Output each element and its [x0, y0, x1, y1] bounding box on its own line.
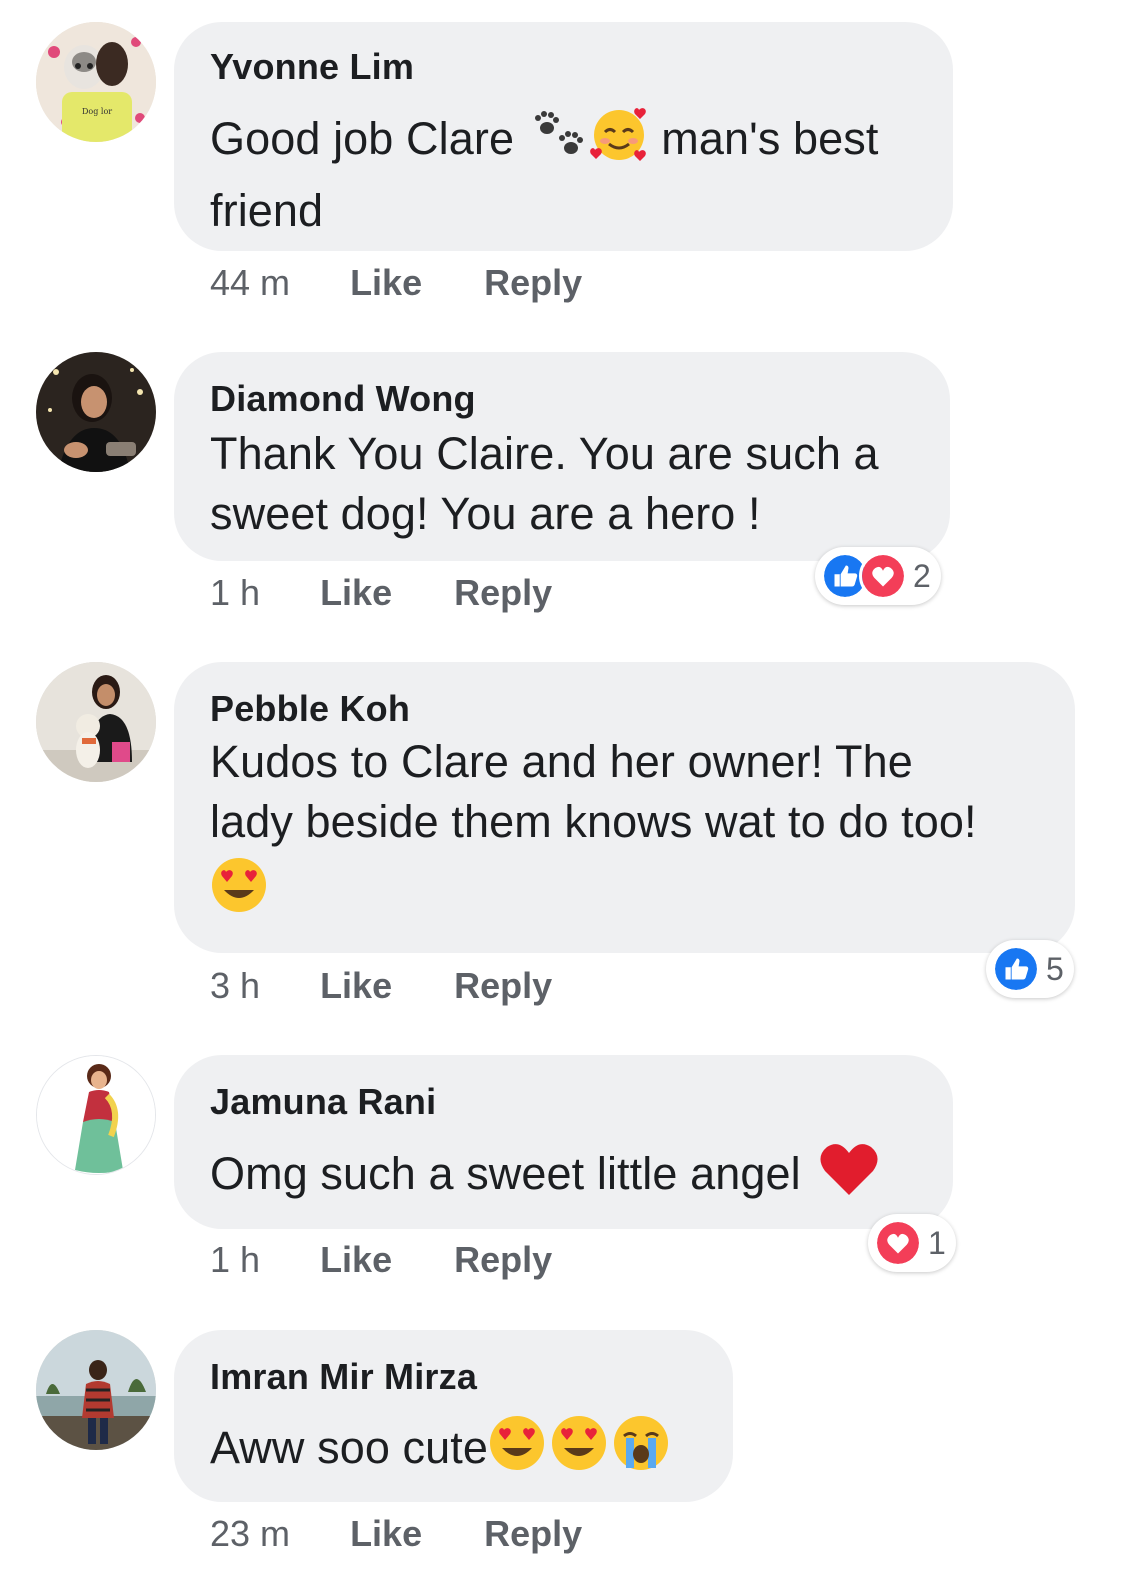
- comment-actions: 1 h Like Reply: [210, 1240, 604, 1280]
- like-button[interactable]: Like: [350, 263, 422, 303]
- comment-text: Omg such a sweet little angel: [210, 1141, 917, 1213]
- reply-button[interactable]: Reply: [484, 263, 582, 303]
- avatar-cartoon-woman: [37, 1056, 155, 1174]
- comment-author[interactable]: Pebble Koh: [210, 686, 1039, 732]
- comment-bubble: Jamuna Rani Omg such a sweet little ange…: [174, 1055, 953, 1229]
- avatar-photo-dog-and-woman: Dog lor: [36, 22, 156, 142]
- comment-text: Good job Clare man's best friend: [210, 104, 917, 242]
- love-icon: [859, 552, 907, 600]
- comment-timestamp[interactable]: 1 h: [210, 1240, 260, 1280]
- avatar[interactable]: [36, 1330, 156, 1450]
- comment-text: Kudos to Clare and her owner! The lady b…: [210, 732, 1039, 929]
- like-button[interactable]: Like: [320, 573, 392, 613]
- comment-text-line: Aww soo cute: [210, 1421, 489, 1473]
- comment-timestamp[interactable]: 1 h: [210, 573, 260, 613]
- reaction-summary[interactable]: 1: [868, 1214, 956, 1272]
- heart-eyes-emoji-icon: [210, 856, 268, 929]
- reaction-count: 1: [928, 1224, 946, 1261]
- avatar[interactable]: [36, 662, 156, 782]
- comment-actions: 1 h Like Reply: [210, 573, 604, 613]
- comment-bubble: Yvonne Lim Good job Clare man's best fri…: [174, 22, 953, 251]
- comment-text: Aww soo cute: [210, 1414, 697, 1488]
- reply-button[interactable]: Reply: [484, 1514, 582, 1554]
- comment-author[interactable]: Diamond Wong: [210, 376, 914, 422]
- reaction-summary[interactable]: 5: [986, 940, 1074, 998]
- comment-author[interactable]: Jamuna Rani: [210, 1079, 917, 1125]
- red-heart-icon: [819, 1141, 879, 1213]
- comment-thread: Dog lor Yvonne Lim Good job Clare man's …: [0, 0, 1125, 1579]
- like-icon: [992, 945, 1040, 993]
- reaction-count: 5: [1046, 950, 1064, 987]
- comment-text-line: Omg such a sweet little angel: [210, 1147, 801, 1199]
- comment-bubble: Imran Mir Mirza Aww soo cute: [174, 1330, 733, 1502]
- comment-author[interactable]: Imran Mir Mirza: [210, 1354, 697, 1400]
- smiling-face-with-hearts-icon: [589, 104, 649, 180]
- comment-bubble: Diamond Wong Thank You Claire. You are s…: [174, 352, 950, 561]
- avatar-photo-woman-with-dog: [36, 662, 156, 782]
- comment-text-line: lady beside them knows wat to do too!: [210, 796, 977, 847]
- heart-eyes-emoji-icon: [550, 1414, 608, 1488]
- reply-button[interactable]: Reply: [454, 1240, 552, 1280]
- avatar[interactable]: [36, 352, 156, 472]
- svg-text:Dog lor: Dog lor: [82, 107, 112, 116]
- avatar-photo-woman: [36, 352, 156, 472]
- comment-timestamp[interactable]: 3 h: [210, 966, 260, 1006]
- comment-text-line: sweet dog! You are a hero !: [210, 488, 761, 539]
- loudly-crying-face-icon: [612, 1414, 670, 1488]
- avatar-photo-man-outdoors: [36, 1330, 156, 1450]
- comment-bubble: Pebble Koh Kudos to Clare and her owner!…: [174, 662, 1075, 953]
- comment-timestamp[interactable]: 44 m: [210, 263, 290, 303]
- comment-text-line: Kudos to Clare and her owner! The: [210, 736, 913, 787]
- comment-text-line: Thank You Claire. You are such a: [210, 428, 879, 479]
- comment-author[interactable]: Yvonne Lim: [210, 44, 917, 90]
- reply-button[interactable]: Reply: [454, 573, 552, 613]
- love-icon: [874, 1219, 922, 1267]
- heart-eyes-emoji-icon: [488, 1414, 546, 1488]
- paw-prints-icon: [527, 106, 589, 178]
- comment-actions: 44 m Like Reply: [210, 263, 634, 303]
- like-button[interactable]: Like: [350, 1514, 422, 1554]
- like-button[interactable]: Like: [320, 966, 392, 1006]
- comment-actions: 3 h Like Reply: [210, 966, 604, 1006]
- reply-button[interactable]: Reply: [454, 966, 552, 1006]
- comment-text: Thank You Claire. You are such a sweet d…: [210, 424, 914, 544]
- comment-text-line: man's best: [661, 112, 879, 164]
- reaction-summary[interactable]: 2: [815, 547, 941, 605]
- comment-timestamp[interactable]: 23 m: [210, 1514, 290, 1554]
- avatar[interactable]: [36, 1055, 156, 1175]
- reaction-count: 2: [913, 557, 931, 594]
- comment-actions: 23 m Like Reply: [210, 1514, 634, 1554]
- comment-text-line: Good job Clare: [210, 112, 515, 164]
- avatar[interactable]: Dog lor: [36, 22, 156, 142]
- comment-text-line: friend: [210, 185, 324, 236]
- like-button[interactable]: Like: [320, 1240, 392, 1280]
